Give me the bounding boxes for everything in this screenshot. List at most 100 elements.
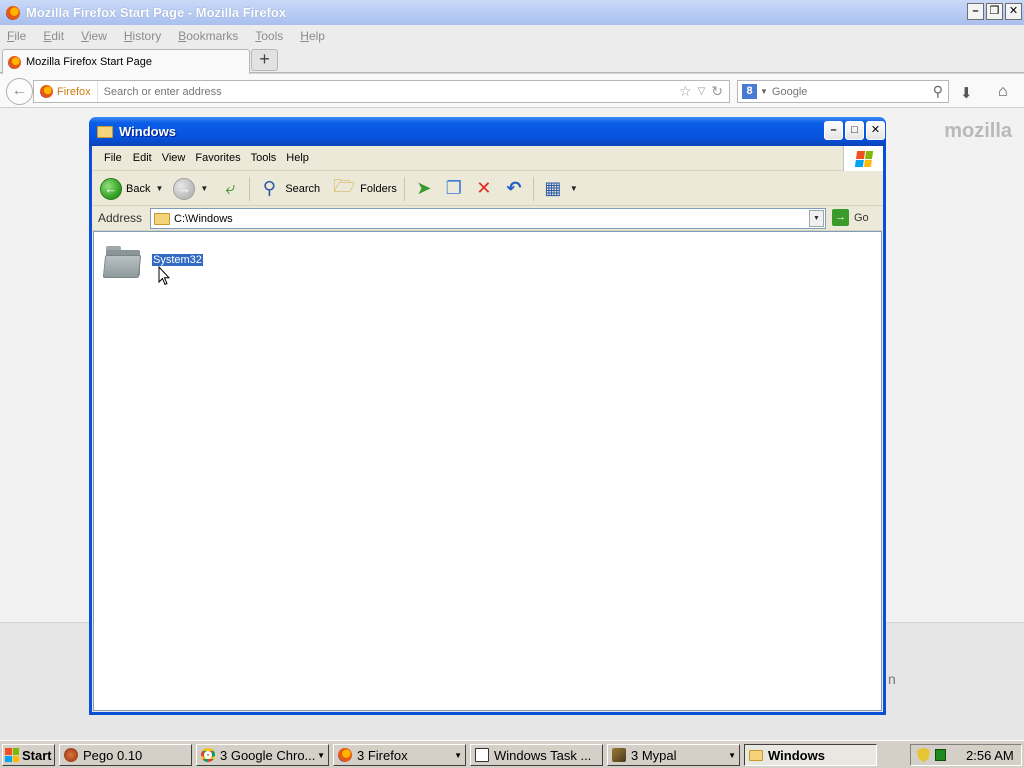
mozilla-wordmark: mozilla xyxy=(944,120,1012,142)
taskbar-button-firefox[interactable]: 3 Firefox ▼ xyxy=(333,744,466,766)
folder-icon[interactable] xyxy=(102,242,142,280)
page-text-fragment: n xyxy=(888,671,896,687)
menu-file[interactable]: File xyxy=(101,152,129,164)
download-icon[interactable]: ⬇ xyxy=(960,84,973,102)
chevron-down-icon[interactable]: ▼ xyxy=(570,184,578,193)
menu-help[interactable]: Help xyxy=(300,29,325,43)
firefox-window-title: Mozilla Firefox Start Page - Mozilla Fir… xyxy=(26,5,287,20)
search-bar[interactable]: 8 ▼ ⚲ xyxy=(737,80,949,103)
menu-view[interactable]: View xyxy=(81,29,107,43)
menu-bookmarks[interactable]: Bookmarks xyxy=(178,29,238,43)
copy-to-icon: ❐ xyxy=(445,178,462,198)
minimize-button[interactable]: – xyxy=(967,3,984,20)
star-icon[interactable]: ☆ xyxy=(679,83,692,100)
firefox-icon xyxy=(338,748,352,762)
windows-flag-icon xyxy=(5,748,19,762)
menu-tools[interactable]: Tools xyxy=(255,29,283,43)
reload-icon[interactable]: ↻ xyxy=(711,83,723,100)
tab-title: Mozilla Firefox Start Page xyxy=(26,56,152,68)
taskbar-button-chrome[interactable]: 3 Google Chro... ▼ xyxy=(196,744,329,766)
system-tray: 2:56 AM xyxy=(910,744,1022,766)
up-folder-icon: ⤶ xyxy=(225,178,236,198)
chevron-down-icon[interactable]: ▼ xyxy=(760,87,768,96)
file-list[interactable]: System32 xyxy=(93,231,882,711)
minimize-button[interactable]: – xyxy=(824,121,843,140)
monitor-icon[interactable] xyxy=(935,749,946,761)
delete-icon: ✕ xyxy=(476,178,492,198)
address-input[interactable] xyxy=(174,212,809,225)
menu-help[interactable]: Help xyxy=(283,152,316,164)
taskbar: Start Pego 0.10 3 Google Chro... ▼ 3 Fir… xyxy=(0,740,1024,768)
firefox-titlebar[interactable]: Mozilla Firefox Start Page - Mozilla Fir… xyxy=(0,0,1024,25)
back-button[interactable]: ← Back ▼ xyxy=(97,175,166,203)
undo-button[interactable]: ↶ xyxy=(499,175,529,203)
folders-button[interactable]: 🗁 Folders xyxy=(329,175,400,203)
security-shield-icon[interactable] xyxy=(917,747,930,763)
folders-icon: 🗁 xyxy=(333,175,356,196)
firefox-menubar: File Edit View History Bookmarks Tools H… xyxy=(0,25,1024,46)
views-button[interactable]: ▦ ▼ xyxy=(538,175,581,203)
close-button[interactable]: ✕ xyxy=(1005,3,1022,20)
chevron-down-icon[interactable]: ▼ xyxy=(809,210,824,227)
file-item-name[interactable]: System32 xyxy=(151,253,204,267)
explorer-titlebar[interactable]: Windows – □ ✕ xyxy=(89,117,886,146)
start-label: Start xyxy=(22,747,52,763)
move-to-button[interactable]: ➤ xyxy=(409,175,439,203)
identity-box[interactable]: Firefox xyxy=(34,81,98,102)
explorer-window-title: Windows xyxy=(119,124,176,139)
menu-history[interactable]: History xyxy=(124,29,161,43)
menu-edit[interactable]: Edit xyxy=(129,152,159,164)
taskbar-button-task-manager[interactable]: Windows Task ... xyxy=(470,744,603,766)
clock[interactable]: 2:56 AM xyxy=(966,748,1014,763)
maximize-button[interactable]: □ xyxy=(845,121,864,140)
chrome-icon xyxy=(201,748,215,762)
go-label: Go xyxy=(854,211,869,224)
delete-button[interactable]: ✕ xyxy=(469,175,499,203)
menu-file[interactable]: File xyxy=(7,29,26,43)
url-bar[interactable]: Firefox ☆ ▽ ↻ xyxy=(33,80,730,103)
tab-start-page[interactable]: Mozilla Firefox Start Page xyxy=(2,49,250,74)
taskbar-button-pego[interactable]: Pego 0.10 xyxy=(59,744,192,766)
taskbar-button-windows-explorer[interactable]: Windows xyxy=(744,744,877,766)
chevron-down-icon: ▼ xyxy=(728,750,736,760)
start-button[interactable]: Start xyxy=(2,744,55,766)
back-button[interactable]: ← xyxy=(6,78,33,105)
explorer-toolbar: ← Back ▼ → ▼ ⤶ ⚲ Search 🗁 Folders ➤ ❐ ✕ xyxy=(92,172,883,206)
copy-to-button[interactable]: ❐ xyxy=(439,175,469,203)
home-icon[interactable]: ⌂ xyxy=(998,83,1008,101)
google-icon[interactable]: 8 xyxy=(742,84,757,99)
chevron-down-icon[interactable]: ▼ xyxy=(155,184,163,193)
menu-favorites[interactable]: Favorites xyxy=(192,152,247,164)
search-icon[interactable]: ⚲ xyxy=(933,83,948,100)
tab-strip: Mozilla Firefox Start Page + xyxy=(0,46,1024,74)
up-folder-button[interactable]: ⤶ xyxy=(215,175,245,203)
menu-view[interactable]: View xyxy=(159,152,193,164)
windows-flag-icon xyxy=(854,150,873,167)
url-input[interactable] xyxy=(97,85,679,98)
windows-logo xyxy=(843,146,883,171)
close-button[interactable]: ✕ xyxy=(866,121,885,140)
restore-button[interactable]: ❐ xyxy=(986,3,1003,20)
new-tab-button[interactable]: + xyxy=(251,49,278,71)
back-arrow-icon: ← xyxy=(100,177,122,200)
folder-icon xyxy=(154,212,170,225)
search-button[interactable]: ⚲ Search xyxy=(254,175,323,203)
pego-icon xyxy=(64,748,78,762)
go-button[interactable]: → Go xyxy=(832,209,869,226)
taskbar-button-mypal[interactable]: 3 Mypal ▼ xyxy=(607,744,740,766)
mypal-icon xyxy=(612,748,626,762)
mouse-cursor-icon xyxy=(158,266,170,286)
menu-edit[interactable]: Edit xyxy=(43,29,64,43)
explorer-window: Windows – □ ✕ File Edit View Favorites T… xyxy=(89,117,886,715)
forward-button[interactable]: → ▼ xyxy=(170,175,211,203)
dropdown-arrow-icon[interactable]: ▽ xyxy=(698,86,706,97)
search-icon: ⚲ xyxy=(262,178,276,198)
search-input[interactable] xyxy=(771,85,933,98)
undo-icon: ↶ xyxy=(506,178,522,198)
move-to-icon: ➤ xyxy=(416,178,432,198)
menu-tools[interactable]: Tools xyxy=(248,152,284,164)
go-arrow-icon: → xyxy=(832,209,849,226)
chevron-down-icon[interactable]: ▼ xyxy=(200,184,208,193)
address-field[interactable]: ▼ xyxy=(150,208,826,229)
address-label: Address xyxy=(98,211,143,225)
